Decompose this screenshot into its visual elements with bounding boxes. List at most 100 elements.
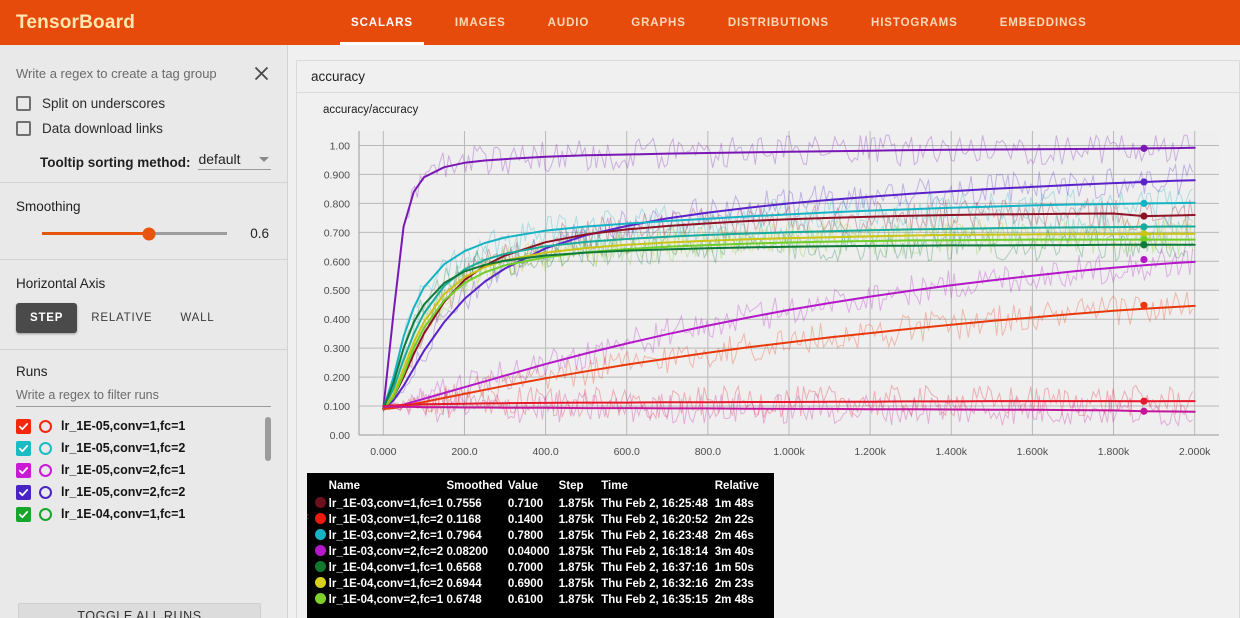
checkbox-data-download-links[interactable] bbox=[16, 121, 31, 136]
tooltip-cell-name: lr_1E-03,conv=1,fc=2 bbox=[329, 512, 447, 528]
tooltip-row: lr_1E-04,conv=1,fc=10.65680.70001.875kTh… bbox=[315, 560, 766, 576]
tooltip-close-icon[interactable]: × bbox=[307, 509, 310, 524]
run-list-item[interactable]: lr_1E-05,conv=1,fc=1 bbox=[16, 415, 271, 437]
smoothing-slider-knob[interactable] bbox=[143, 227, 156, 240]
x-axis-tick-label: 1.200k bbox=[854, 446, 886, 458]
nav-tabs: SCALARSIMAGESAUDIOGRAPHSDISTRIBUTIONSHIS… bbox=[330, 0, 1108, 45]
tooltip-row: lr_1E-03,conv=1,fc=10.75560.71001.875kTh… bbox=[315, 496, 766, 512]
chevron-down-icon bbox=[259, 157, 269, 162]
tooltip-cell-time: Thu Feb 2, 16:37:16 bbox=[601, 560, 715, 576]
series-hover-marker bbox=[1140, 145, 1147, 152]
y-axis-tick-label: 0.300 bbox=[324, 343, 350, 355]
series-hover-marker bbox=[1140, 200, 1147, 207]
checkbox-row-1[interactable]: Data download links bbox=[0, 116, 287, 141]
nav-tab-scalars[interactable]: SCALARS bbox=[330, 0, 434, 45]
tooltip-cell-time: Thu Feb 2, 16:23:48 bbox=[601, 528, 715, 544]
accuracy-line-chart[interactable]: 0.000.1000.2000.3000.4000.5000.6000.7000… bbox=[297, 93, 1240, 493]
runs-title: Runs bbox=[16, 364, 271, 379]
toggle-all-runs-button[interactable]: TOGGLE ALL RUNS bbox=[18, 603, 261, 618]
smoothing-value: 0.6 bbox=[227, 226, 269, 241]
tooltip-cell-time: Thu Feb 2, 16:35:15 bbox=[601, 592, 715, 608]
chart-title: accuracy/accuracy bbox=[323, 104, 418, 116]
nav-tab-images[interactable]: IMAGES bbox=[434, 0, 527, 45]
tooltip-cell-time: Thu Feb 2, 16:18:14 bbox=[601, 544, 715, 560]
close-icon[interactable] bbox=[249, 61, 273, 85]
tooltip-cell-smoothed: 0.6748 bbox=[446, 592, 507, 608]
run-checkbox[interactable] bbox=[16, 463, 31, 478]
run-list-item[interactable]: lr_1E-05,conv=2,fc=1 bbox=[16, 459, 271, 481]
runs-filter-input[interactable]: Write a regex to filter runs bbox=[16, 388, 271, 407]
runs-scrollbar[interactable] bbox=[265, 417, 271, 461]
smoothing-slider[interactable] bbox=[42, 232, 227, 235]
tooltip-cell-smoothed: 0.7556 bbox=[446, 496, 507, 512]
tooltip-row: lr_1E-04,conv=1,fc=20.69440.69001.875kTh… bbox=[315, 576, 766, 592]
run-checkbox[interactable] bbox=[16, 507, 31, 522]
nav-tab-graphs[interactable]: GRAPHS bbox=[610, 0, 707, 45]
tooltip-sorting-value: default bbox=[198, 151, 240, 167]
tooltip-cell-relative: 2m 22s bbox=[715, 512, 766, 528]
nav-tab-audio[interactable]: AUDIO bbox=[527, 0, 611, 45]
run-list-item[interactable]: lr_1E-05,conv=1,fc=2 bbox=[16, 437, 271, 459]
checkbox-split-on-underscores[interactable] bbox=[16, 96, 31, 111]
nav-tab-distributions[interactable]: DISTRIBUTIONS bbox=[707, 0, 850, 45]
tooltip-row: lr_1E-03,conv=2,fc=10.79640.78001.875kTh… bbox=[315, 528, 766, 544]
tooltip-sorting-select[interactable]: default bbox=[198, 151, 271, 170]
run-list-item[interactable]: lr_1E-04,conv=1,fc=1 bbox=[16, 503, 271, 525]
tooltip-cell-time: Thu Feb 2, 16:32:16 bbox=[601, 576, 715, 592]
y-axis-tick-label: 0.100 bbox=[324, 401, 350, 413]
series-color-dot bbox=[315, 528, 329, 544]
series-color-dot bbox=[315, 512, 329, 528]
nav-tab-histograms[interactable]: HISTOGRAMS bbox=[850, 0, 979, 45]
x-axis-tick-label: 1.400k bbox=[935, 446, 967, 458]
run-color-swatch bbox=[39, 464, 52, 477]
tooltip-cell-smoothed: 0.1168 bbox=[446, 512, 507, 528]
checkbox-row-0[interactable]: Split on underscores bbox=[0, 91, 287, 116]
tooltip-cell-step: 1.875k bbox=[559, 528, 602, 544]
chart-container[interactable]: accuracy/accuracy 0.000.1000.2000.3000.4… bbox=[297, 93, 1239, 493]
run-color-swatch bbox=[39, 420, 52, 433]
tooltip-cell-name: lr_1E-03,conv=2,fc=1 bbox=[329, 528, 447, 544]
run-checkbox[interactable] bbox=[16, 441, 31, 456]
series-hover-marker bbox=[1140, 256, 1147, 263]
tooltip-cell-value: 0.04000 bbox=[508, 544, 559, 560]
run-list-item[interactable]: lr_1E-05,conv=2,fc=2 bbox=[16, 481, 271, 503]
series-hover-marker bbox=[1140, 178, 1147, 185]
smoothing-section: Smoothing 0.6 bbox=[0, 183, 287, 259]
horizontal-axis-options: STEPRELATIVEWALL bbox=[16, 303, 271, 333]
y-axis-tick-label: 0.400 bbox=[324, 314, 350, 326]
tooltip-cell-step: 1.875k bbox=[559, 592, 602, 608]
series-color-dot bbox=[315, 576, 329, 592]
tooltip-cell-name: lr_1E-04,conv=2,fc=1 bbox=[329, 592, 447, 608]
tooltip-cell-relative: 2m 23s bbox=[715, 576, 766, 592]
tooltip-cell-value: 0.1400 bbox=[508, 512, 559, 528]
tooltip-cell-value: 0.7100 bbox=[508, 496, 559, 512]
horizontal-axis-wall[interactable]: WALL bbox=[166, 303, 228, 333]
x-axis-tick-label: 1.000k bbox=[773, 446, 805, 458]
runs-section: Runs Write a regex to filter runs lr_1E-… bbox=[0, 350, 287, 525]
tooltip-header-name: Name bbox=[329, 480, 447, 496]
sidebar: Write a regex to create a tag group Spli… bbox=[0, 45, 288, 618]
y-axis-tick-label: 0.900 bbox=[324, 169, 350, 181]
x-axis-tick-label: 0.000 bbox=[370, 446, 396, 458]
tag-regex-row: Write a regex to create a tag group bbox=[0, 45, 287, 91]
tag-regex-input[interactable]: Write a regex to create a tag group bbox=[16, 66, 217, 81]
tooltip-cell-value: 0.7800 bbox=[508, 528, 559, 544]
horizontal-axis-relative[interactable]: RELATIVE bbox=[77, 303, 166, 333]
tooltip-header-smoothed: Smoothed bbox=[446, 480, 507, 496]
series-hover-marker bbox=[1140, 241, 1147, 248]
tooltip-cell-relative: 3m 40s bbox=[715, 544, 766, 560]
run-checkbox[interactable] bbox=[16, 419, 31, 434]
checkbox-label: Split on underscores bbox=[42, 96, 165, 111]
run-label: lr_1E-04,conv=1,fc=1 bbox=[61, 507, 185, 521]
smoothing-slider-fill bbox=[42, 232, 149, 235]
tooltip-cell-name: lr_1E-03,conv=2,fc=2 bbox=[329, 544, 447, 560]
tooltip-header-step: Step bbox=[559, 480, 602, 496]
nav-tab-embeddings[interactable]: EMBEDDINGS bbox=[979, 0, 1108, 45]
tooltip-cell-smoothed: 0.6568 bbox=[446, 560, 507, 576]
sidebar-checkbox-group: Split on underscores Data download links bbox=[0, 91, 287, 141]
run-color-swatch bbox=[39, 486, 52, 499]
series-hover-marker bbox=[1140, 408, 1147, 415]
horizontal-axis-step[interactable]: STEP bbox=[16, 303, 77, 333]
run-checkbox[interactable] bbox=[16, 485, 31, 500]
y-axis-tick-label: 0.00 bbox=[330, 430, 351, 442]
